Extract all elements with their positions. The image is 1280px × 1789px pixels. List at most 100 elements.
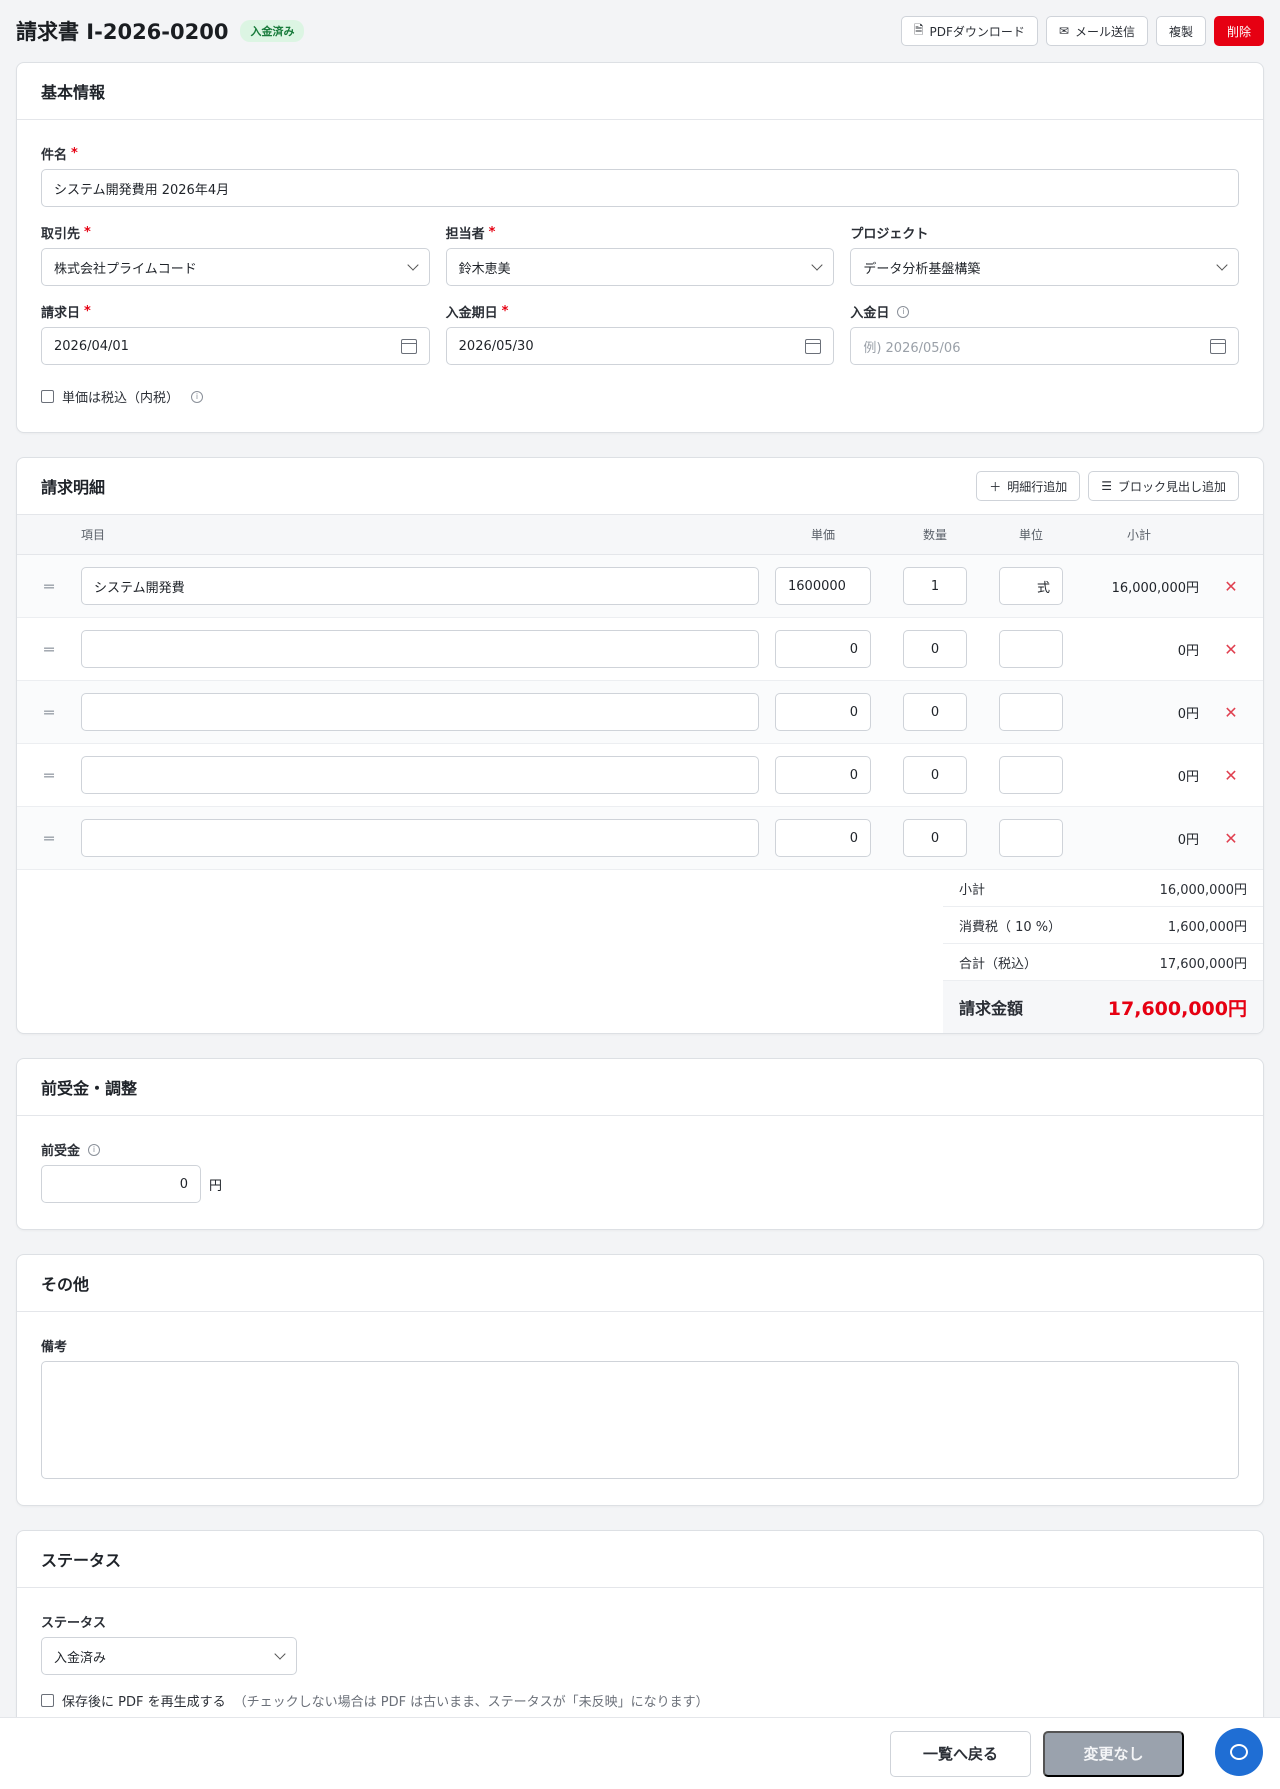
regenerate-pdf-checkbox[interactable] [41,1694,54,1707]
subject-input[interactable]: システム開発費用 2026年4月 [41,169,1239,207]
calendar-icon[interactable] [1209,338,1226,354]
delete-row-icon[interactable]: ✕ [1199,640,1263,659]
advance-unit: 円 [209,1178,223,1194]
basic-info-card: 基本情報 件名 * システム開発費用 2026年4月 取引先 * 株式会社プライムコ… [16,62,1264,433]
mail-icon: ✉ [1058,24,1069,38]
delete-row-icon[interactable]: ✕ [1199,829,1263,848]
qty-input[interactable]: 0 [903,756,967,794]
tax-included-label: 単価は税込（内税） [62,391,180,406]
delete-row-icon[interactable]: ✕ [1199,766,1263,785]
status-label: ステータス [41,1616,107,1631]
duplicate-button[interactable]: 複製 [1155,16,1206,46]
drag-handle-icon[interactable]: ═ [17,766,81,785]
calendar-icon[interactable] [400,338,417,354]
plus-icon: ＋ [989,479,1002,494]
drag-handle-icon[interactable]: ═ [17,577,81,596]
total-row: 合計（税込） 17,600,000円 [943,944,1263,981]
paid-date-input[interactable]: 例) 2026/05/06 [850,327,1239,365]
project-label: プロジェクト [850,227,929,242]
price-input[interactable]: 0 [775,819,871,857]
info-icon[interactable]: i [88,1143,101,1156]
notes-label: 備考 [41,1340,68,1355]
subject-label: 件名 * [41,146,78,163]
drag-handle-icon[interactable]: ═ [17,703,81,722]
card-title: 請求明細 [41,478,106,497]
regenerate-pdf-label: 保存後に PDF を再生成する [62,1695,226,1710]
chevron-down-icon [811,259,823,271]
price-input[interactable]: 0 [775,756,871,794]
table-row: ═ システム開発費 1600000 1 式 16,000,000円 ✕ [17,555,1263,618]
add-line-button[interactable]: ＋明細行追加 [976,471,1081,501]
owner-label: 担当者 * [445,225,496,242]
chevron-down-icon [406,259,419,271]
due-date-label: 入金期日 * [445,304,509,321]
unit-input[interactable]: 式 [999,567,1063,605]
notes-textarea[interactable] [41,1361,1239,1479]
chat-button[interactable] [1215,1728,1263,1776]
line-items-card: 請求明細 ＋明細行追加 ☰ ブロック見出し追加 項目 単価 数量 単位 小計 ═ … [16,457,1264,1034]
price-input[interactable]: 1600000 [775,567,871,605]
price-input[interactable]: 0 [775,630,871,668]
card-title: ステータス [41,1551,122,1570]
info-icon[interactable]: i [897,305,910,318]
qty-input[interactable]: 1 [903,567,967,605]
card-title: 前受金・調整 [41,1079,138,1098]
line-items-body: ═ システム開発費 1600000 1 式 16,000,000円 ✕ ═ 0 … [17,555,1263,870]
no-changes-button[interactable]: 変更なし [1043,1730,1184,1777]
qty-input[interactable]: 0 [903,819,967,857]
item-input[interactable] [81,630,759,668]
project-select[interactable]: データ分析基盤構築 [850,248,1239,286]
back-to-list-button[interactable]: 一覧へ戻る [890,1730,1031,1777]
subtotal-row: 小計 16,000,000円 [943,870,1263,907]
menu-icon: ☰ [1101,479,1112,493]
add-block-heading-button[interactable]: ☰ ブロック見出し追加 [1088,471,1239,501]
invoice-date-label: 請求日 * [41,304,91,321]
send-mail-button[interactable]: ✉ メール送信 [1045,16,1148,46]
item-input[interactable]: システム開発費 [81,567,759,605]
row-subtotal: 0円 [1177,769,1199,785]
paid-date-label: 入金日 i [850,302,1239,321]
delete-row-icon[interactable]: ✕ [1199,577,1263,596]
client-select[interactable]: 株式会社プライムコード [41,248,430,286]
drag-handle-icon[interactable]: ═ [17,640,81,659]
card-title: 基本情報 [41,83,106,102]
unit-input[interactable] [999,756,1063,794]
regenerate-pdf-note: （チェックしない場合は PDF は古いまま、ステータスが「未反映」になります） [233,1695,709,1710]
table-row: ═ 0 0 0円 ✕ [17,681,1263,744]
item-input[interactable] [81,693,759,731]
info-icon[interactable]: i [191,390,204,403]
qty-input[interactable]: 0 [903,630,967,668]
row-subtotal: 0円 [1177,643,1199,659]
tax-included-checkbox[interactable] [41,390,54,403]
advance-card: 前受金・調整 前受金 i 0 円 [16,1058,1264,1230]
qty-input[interactable]: 0 [903,693,967,731]
row-subtotal: 16,000,000円 [1111,580,1199,596]
row-subtotal: 0円 [1177,706,1199,722]
unit-input[interactable] [999,630,1063,668]
unit-input[interactable] [999,819,1063,857]
item-input[interactable] [81,756,759,794]
totals-section: 小計 16,000,000円 消費税（ 10 %） 1,600,000円 合計（税込… [17,870,1263,1033]
owner-select[interactable]: 鈴木恵美 [445,248,835,286]
chat-icon [1230,1744,1248,1760]
advance-input[interactable]: 0 [41,1165,201,1203]
status-select[interactable]: 入金済み [41,1637,297,1675]
advance-label: 前受金 i [41,1140,1239,1159]
chevron-down-icon [1216,259,1228,271]
calendar-icon[interactable] [805,338,822,354]
drag-handle-icon[interactable]: ═ [17,829,81,848]
unit-input[interactable] [999,693,1063,731]
pdf-download-button[interactable]: 🗎 PDFダウンロード [900,16,1038,46]
tax-row: 消費税（ 10 %） 1,600,000円 [943,907,1263,944]
delete-button[interactable]: 削除 [1213,16,1264,46]
grand-total-row: 請求金額 17,600,000円 [943,981,1263,1033]
item-input[interactable] [81,819,759,857]
row-subtotal: 0円 [1177,832,1199,848]
invoice-date-input[interactable]: 2026/04/01 [41,327,430,365]
table-row: ═ 0 0 0円 ✕ [17,744,1263,807]
page-header: 請求書 I-2026-0200 入金済み 🗎 PDFダウンロード ✉ メール送信 複… [16,0,1264,62]
price-input[interactable]: 0 [775,693,871,731]
delete-row-icon[interactable]: ✕ [1199,703,1263,722]
due-date-input[interactable]: 2026/05/30 [445,327,835,365]
other-card: その他 備考 [16,1254,1264,1506]
